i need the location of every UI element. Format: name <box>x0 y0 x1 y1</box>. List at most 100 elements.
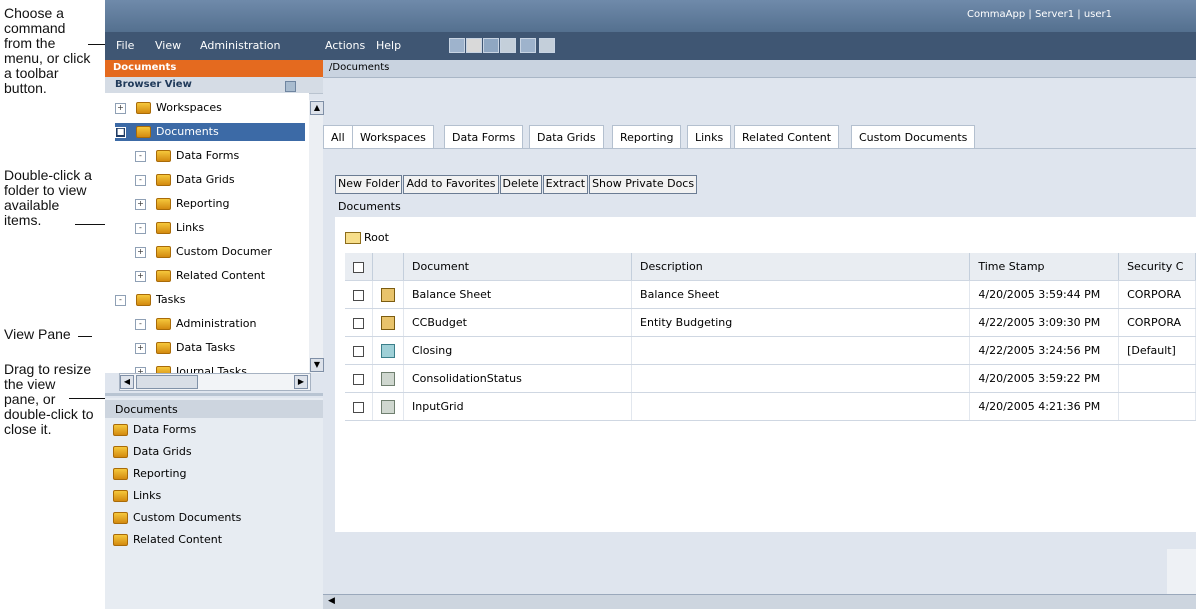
tree-horizontal-scrollbar[interactable]: ◀ ▶ <box>119 373 311 391</box>
scroll-right-icon[interactable]: ▶ <box>294 375 308 389</box>
tree-item-documents[interactable]: ■ Documents <box>115 123 305 141</box>
tab-all[interactable]: All <box>323 125 353 149</box>
tab-data-grids[interactable]: Data Grids <box>529 125 604 149</box>
column-header-time-stamp[interactable]: Time Stamp <box>969 253 1120 281</box>
cell-document[interactable]: ConsolidationStatus <box>403 364 633 393</box>
list-item[interactable]: Data Grids <box>113 442 192 462</box>
tree-vertical-scrollbar[interactable]: ▲ ▼ <box>309 100 324 373</box>
table-row[interactable]: InputGrid 4/20/2005 4:21:36 PM <box>345 392 1196 421</box>
expand-icon[interactable]: + <box>135 246 146 258</box>
tree-item-journal-tasks[interactable]: + Journal Tasks <box>135 363 247 373</box>
cell-document[interactable]: Closing <box>403 336 633 365</box>
expand-icon[interactable]: - <box>135 150 146 162</box>
collapse-icon[interactable]: - <box>115 294 126 306</box>
menu-help[interactable]: Help <box>376 39 401 52</box>
toolbar-icon-2[interactable] <box>466 38 482 53</box>
action-button-row: New Folder Add to Favorites Delete Extract S… <box>335 175 698 194</box>
delete-button[interactable]: Delete <box>499 175 542 194</box>
toolbar-icon-1[interactable] <box>449 38 465 53</box>
tree-item-data-tasks[interactable]: + Data Tasks <box>135 339 235 357</box>
list-item[interactable]: Data Forms <box>113 420 196 440</box>
list-item[interactable]: Related Content <box>113 530 222 550</box>
cell-document[interactable]: CCBudget <box>403 308 633 337</box>
tab-related-content[interactable]: Related Content <box>734 125 840 149</box>
cell-description: Balance Sheet <box>631 280 971 309</box>
left-pane-title: Documents <box>105 60 323 77</box>
column-header-document[interactable]: Document <box>403 253 633 281</box>
collapse-icon[interactable]: ■ <box>115 126 126 138</box>
tree-item-data-grids[interactable]: - Data Grids <box>135 171 235 189</box>
new-folder-button[interactable]: New Folder <box>335 175 403 194</box>
main-horizontal-scrollbar[interactable]: ◀ <box>323 594 1196 609</box>
folder-icon <box>156 150 171 162</box>
tab-reporting[interactable]: Reporting <box>612 125 682 149</box>
document-icon <box>381 371 395 386</box>
row-checkbox[interactable] <box>353 373 364 385</box>
menu-view[interactable]: View <box>155 39 181 52</box>
tab-workspaces[interactable]: Workspaces <box>352 125 434 149</box>
cell-document[interactable]: Balance Sheet <box>403 280 633 309</box>
list-item[interactable]: Custom Documents <box>113 508 241 528</box>
tree-item-data-forms[interactable]: - Data Forms <box>135 147 239 165</box>
scroll-thumb[interactable] <box>136 375 198 389</box>
expand-icon[interactable]: - <box>135 174 146 186</box>
row-checkbox[interactable] <box>353 345 364 357</box>
scroll-left-icon[interactable]: ◀ <box>120 375 134 389</box>
tree-item-custom-documents[interactable]: + Custom Documer <box>135 243 272 261</box>
toolbar-icon-5[interactable] <box>520 38 536 53</box>
tree-item-reporting[interactable]: + Reporting <box>135 195 229 213</box>
browser-view-icons[interactable] <box>285 81 307 106</box>
folder-icon <box>113 468 128 480</box>
show-private-docs-button[interactable]: Show Private Docs <box>589 175 698 194</box>
column-header-security[interactable]: Security C <box>1118 253 1196 281</box>
table-row[interactable]: Closing 4/22/2005 3:24:56 PM [Default] <box>345 336 1196 365</box>
expand-icon[interactable]: + <box>135 342 146 354</box>
menu-actions[interactable]: Actions <box>325 39 365 52</box>
toolbar-icon-3[interactable] <box>483 38 499 53</box>
pin-icon[interactable] <box>285 81 296 92</box>
row-checkbox[interactable] <box>353 289 364 301</box>
extract-button[interactable]: Extract <box>542 175 589 194</box>
expand-icon[interactable]: + <box>135 270 146 282</box>
list-item[interactable]: Reporting <box>113 464 186 484</box>
row-checkbox[interactable] <box>353 317 364 329</box>
menu-administration[interactable]: Administration <box>200 39 281 52</box>
expand-icon[interactable]: - <box>135 222 146 234</box>
scroll-down-icon[interactable]: ▼ <box>310 358 324 372</box>
cell-document[interactable]: InputGrid <box>403 392 633 421</box>
scroll-up-icon[interactable]: ▲ <box>310 101 324 115</box>
list-item[interactable]: Links <box>113 486 161 506</box>
root-folder[interactable]: Root <box>345 231 389 244</box>
pane-resize-splitter[interactable] <box>105 393 323 396</box>
add-to-favorites-button[interactable]: Add to Favorites <box>403 175 499 194</box>
tree-item-workspaces[interactable]: + Workspaces <box>115 99 222 117</box>
form-icon <box>381 287 395 302</box>
tree-item-tasks[interactable]: - Tasks <box>115 291 185 309</box>
table-row[interactable]: Balance Sheet Balance Sheet 4/20/2005 3:… <box>345 280 1196 309</box>
cell-time-stamp: 4/22/2005 3:24:56 PM <box>969 336 1120 365</box>
browser-tree[interactable]: + Workspaces ■ Documents - Data Forms - Data… <box>105 93 309 373</box>
expand-icon[interactable]: + <box>115 102 126 114</box>
scroll-left-icon[interactable]: ◀ <box>328 596 335 606</box>
tree-item-administration[interactable]: - Administration <box>135 315 257 333</box>
tree-item-related-content[interactable]: + Related Content <box>135 267 265 285</box>
expand-icon[interactable]: - <box>135 318 146 330</box>
tree-item-links[interactable]: - Links <box>135 219 204 237</box>
toolbar-icon-6[interactable] <box>539 38 555 53</box>
row-checkbox[interactable] <box>353 401 364 413</box>
toolbar-icon-4[interactable] <box>500 38 516 53</box>
cell-security: CORPORA <box>1118 280 1196 309</box>
table-row[interactable]: CCBudget Entity Budgeting 4/22/2005 3:09… <box>345 308 1196 337</box>
folder-icon <box>156 342 171 354</box>
table-row[interactable]: ConsolidationStatus 4/20/2005 3:59:22 PM <box>345 364 1196 393</box>
tab-data-forms[interactable]: Data Forms <box>444 125 524 149</box>
document-icon <box>381 399 395 414</box>
documents-shortcut-list: Documents Data Forms Data Grids Reportin… <box>105 398 323 609</box>
folder-icon <box>156 318 171 330</box>
tab-links[interactable]: Links <box>687 125 732 149</box>
tab-custom-documents[interactable]: Custom Documents <box>851 125 976 149</box>
select-all-checkbox[interactable] <box>353 261 364 273</box>
menu-file[interactable]: File <box>116 39 134 52</box>
expand-icon[interactable]: + <box>135 198 146 210</box>
column-header-description[interactable]: Description <box>631 253 971 281</box>
